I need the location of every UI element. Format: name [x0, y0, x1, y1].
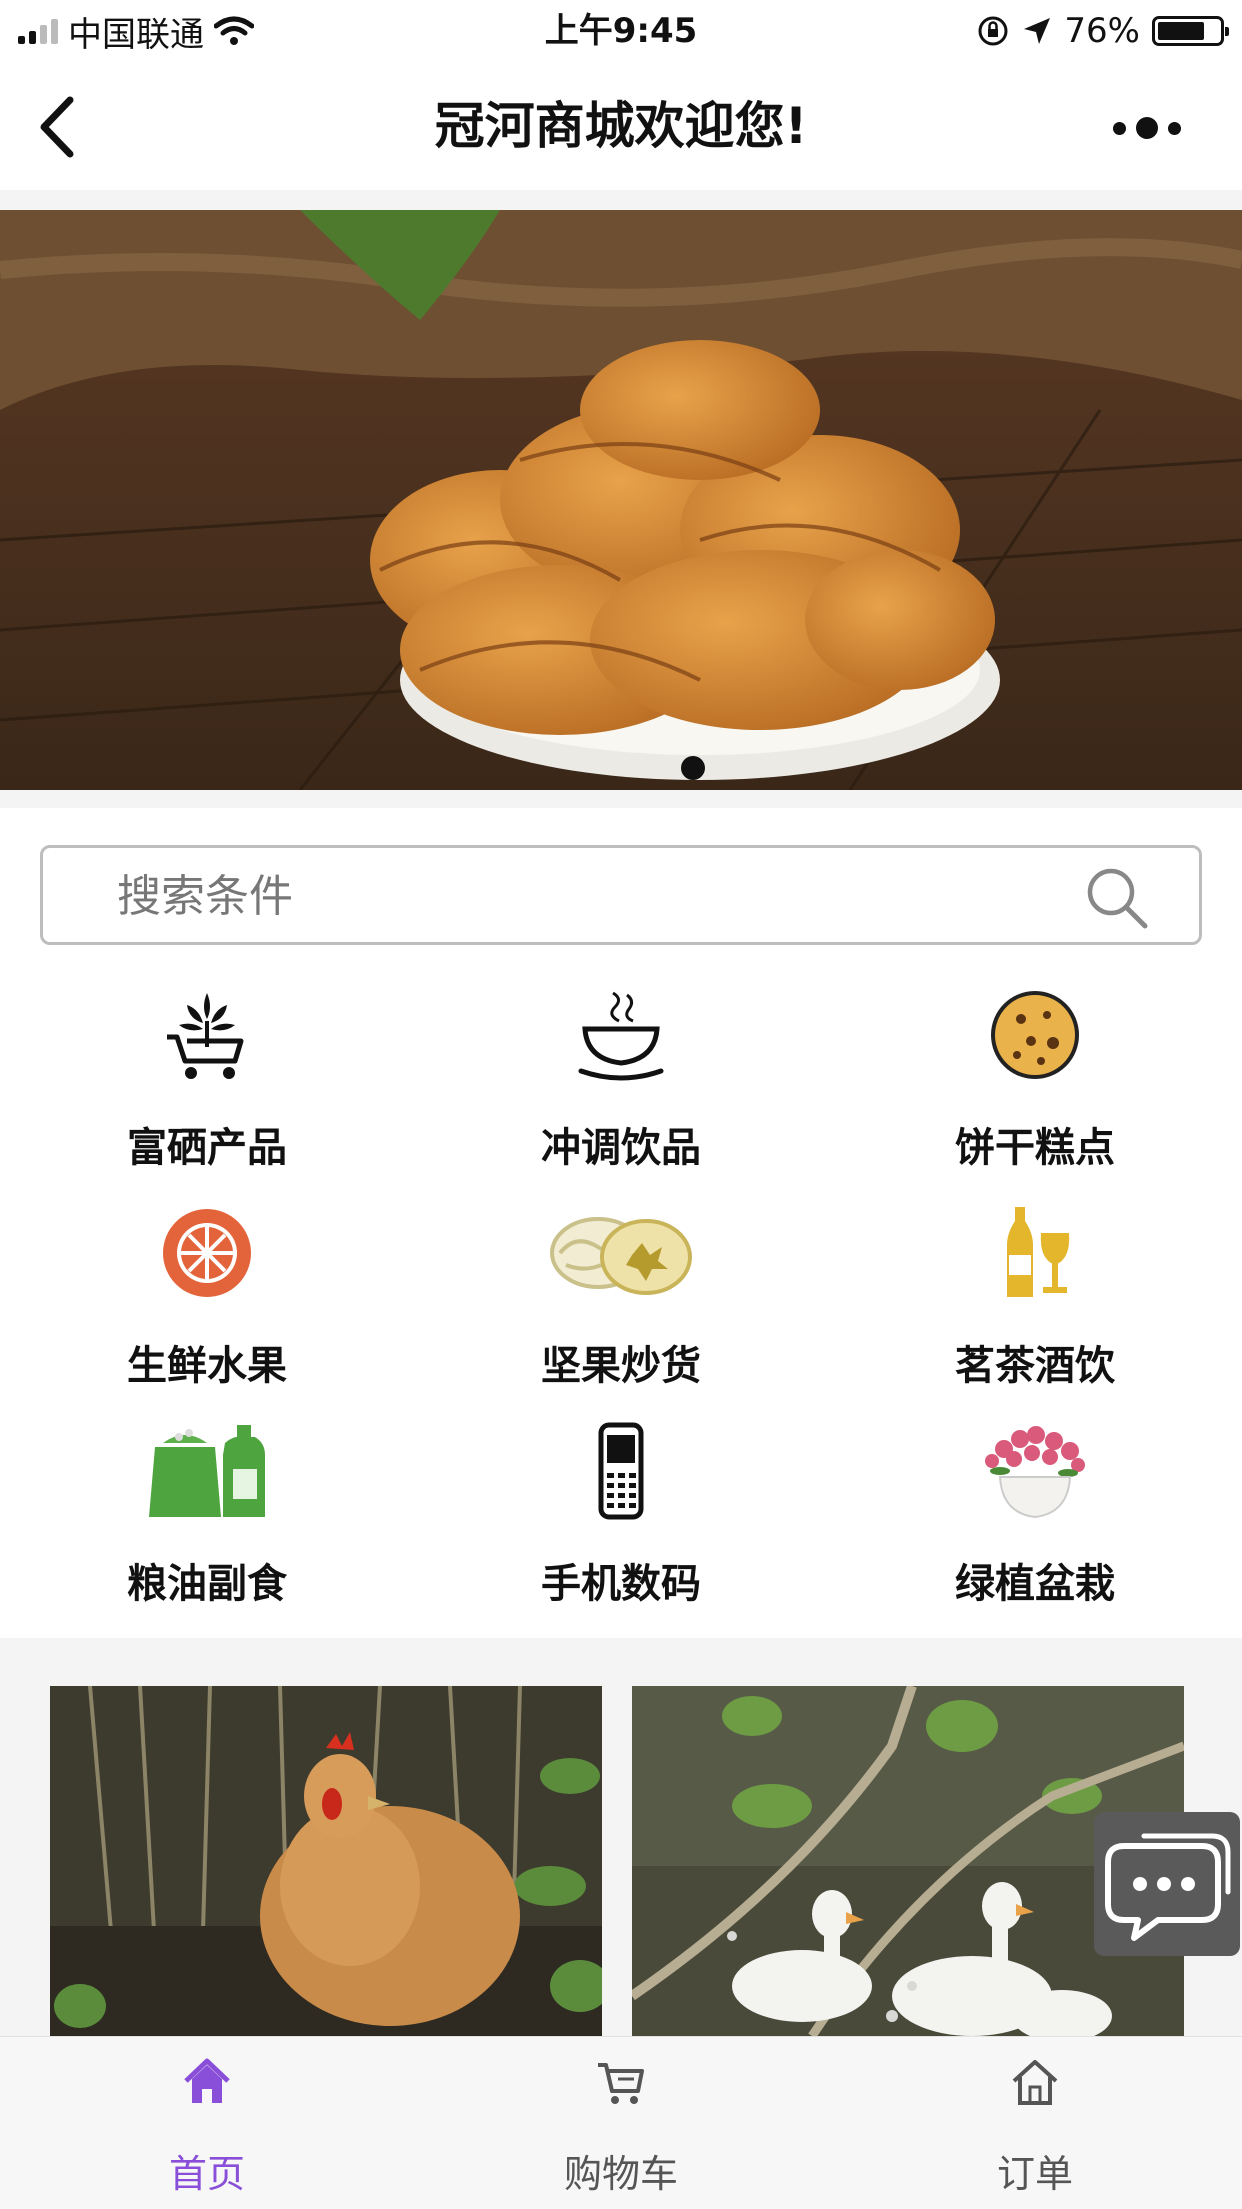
product-card-chicken[interactable]: [50, 1686, 602, 2036]
home-icon: [184, 2058, 230, 2103]
category-label: 坚果炒货: [541, 1343, 701, 1389]
category-item-nuts[interactable]: 坚果炒货: [414, 1193, 828, 1408]
plant-cart-icon: [167, 993, 244, 1079]
more-button[interactable]: [1092, 110, 1202, 146]
chat-bubble-icon: [1105, 1833, 1231, 1941]
category-item-phones[interactable]: 手机数码: [414, 1411, 828, 1626]
tab-orders[interactable]: 订单: [828, 2037, 1242, 2209]
category-item-plants[interactable]: 绿植盆栽: [828, 1411, 1242, 1626]
order-house-icon: [1012, 2060, 1058, 2105]
rotation-lock-icon: [978, 16, 1008, 46]
page-title: 冠河商城欢迎您!: [434, 97, 808, 155]
tab-home[interactable]: 首页: [0, 2037, 414, 2209]
battery-percent: 76%: [1064, 11, 1140, 51]
status-bar: 中国联通 上午9:45 76%: [0, 0, 1242, 62]
bottom-tab-bar: 首页 购物车 订单: [0, 2036, 1242, 2209]
category-item-biscuits[interactable]: 饼干糕点: [828, 975, 1242, 1190]
category-label: 手机数码: [541, 1561, 701, 1607]
cookie-icon: [991, 991, 1079, 1079]
category-label: 茗茶酒饮: [955, 1343, 1115, 1389]
product-image: [50, 1686, 602, 2036]
banner-carousel[interactable]: [0, 210, 1242, 790]
battery-icon: [1152, 16, 1229, 46]
category-label: 饼干糕点: [955, 1125, 1115, 1171]
status-right: 76%: [976, 8, 1229, 54]
category-label: 粮油副食: [127, 1561, 287, 1607]
category-item-grain-oil[interactable]: 粮油副食: [0, 1411, 414, 1626]
walnut-icon: [550, 1217, 692, 1295]
tab-label: 首页: [168, 2152, 245, 2196]
location-arrow-icon: [1024, 18, 1051, 44]
banner-image: [0, 210, 1242, 790]
navigation-bar: 冠河商城欢迎您!: [0, 62, 1242, 190]
category-label: 冲调饮品: [541, 1125, 701, 1171]
search-input[interactable]: [115, 858, 1019, 934]
coffee-cup-icon: [578, 991, 664, 1081]
category-label: 绿植盆栽: [955, 1561, 1115, 1607]
category-label: 生鲜水果: [127, 1343, 287, 1389]
tab-label: 订单: [996, 2152, 1073, 2196]
rice-bag-oil-icon: [149, 1425, 265, 1517]
wine-bottle-glass-icon: [1007, 1207, 1070, 1297]
category-label: 富硒产品: [127, 1125, 287, 1171]
search-icon[interactable]: [1085, 866, 1149, 930]
battery-fill: [1158, 22, 1204, 40]
cart-icon: [598, 2063, 644, 2104]
category-item-drinks[interactable]: 冲调饮品: [414, 975, 828, 1190]
search-bar[interactable]: [40, 845, 1202, 945]
potted-flower-icon: [985, 1426, 1085, 1519]
orange-slice-icon: [163, 1209, 251, 1297]
category-item-tea-wine[interactable]: 茗茶酒饮: [828, 1193, 1242, 1408]
tab-label: 购物车: [563, 2152, 678, 2196]
category-item-selenium[interactable]: 富硒产品: [0, 975, 414, 1190]
carousel-indicator-dot[interactable]: [681, 756, 705, 780]
customer-service-button[interactable]: [1094, 1812, 1240, 1956]
tab-cart[interactable]: 购物车: [414, 2037, 828, 2209]
mobile-phone-icon: [598, 1422, 644, 1520]
category-item-fruit[interactable]: 生鲜水果: [0, 1193, 414, 1408]
more-dots-icon: [1113, 121, 1126, 135]
category-grid: 富硒产品 冲调饮品 饼干糕点 生鲜水果 坚果炒货 茗茶酒饮 粮油副食 手机数码 …: [0, 975, 1242, 1620]
